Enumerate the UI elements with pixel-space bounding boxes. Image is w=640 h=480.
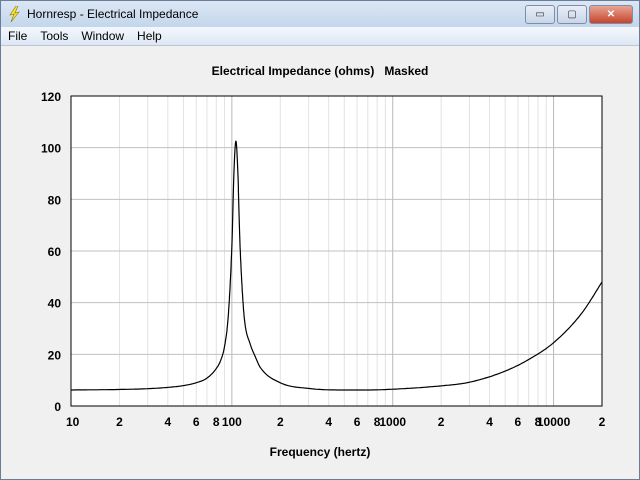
x-tick-label: 10000	[537, 415, 571, 429]
x-tick-label: 4	[325, 415, 332, 429]
x-tick-label: 4	[486, 415, 493, 429]
y-tick-label: 20	[48, 348, 62, 362]
x-tick-label: 6	[354, 415, 361, 429]
x-tick-label: 4	[165, 415, 172, 429]
chart-title: Electrical Impedance (ohms) Masked	[212, 64, 429, 78]
x-tick-label: 2	[438, 415, 445, 429]
x-axis-label: Frequency (hertz)	[270, 445, 371, 459]
y-tick-label: 0	[54, 400, 61, 414]
x-tick-label: 8	[213, 415, 220, 429]
y-tick-label: 80	[48, 193, 62, 207]
x-tick-label: 6	[193, 415, 200, 429]
y-tick-label: 120	[41, 90, 61, 104]
x-tick-label: 2	[116, 415, 123, 429]
impedance-chart: Electrical Impedance (ohms) Masked Frequ…	[41, 64, 606, 459]
y-tick-label: 40	[48, 297, 62, 311]
x-tick-label: 1000	[379, 415, 406, 429]
x-tick-label: 6	[515, 415, 522, 429]
x-tick-label: 100	[222, 415, 242, 429]
y-tick-label: 60	[48, 245, 62, 259]
x-tick-label: 2	[599, 415, 606, 429]
y-tick-label: 100	[41, 142, 61, 156]
x-tick-label: 2	[277, 415, 284, 429]
x-tick-label: 10	[66, 415, 80, 429]
